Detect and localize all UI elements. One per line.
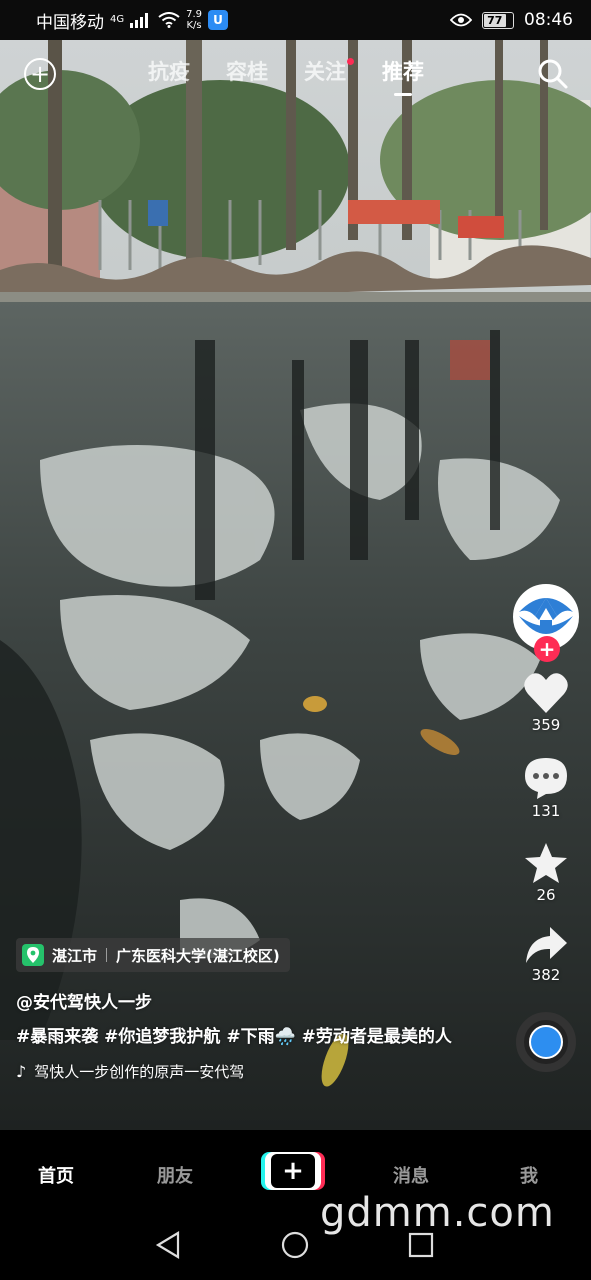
tab-recommended[interactable]: 推荐	[382, 56, 424, 96]
share-arrow-icon	[526, 927, 567, 963]
like-count: 359	[531, 716, 561, 734]
system-nav-icons	[155, 1231, 434, 1259]
recents-icon[interactable]	[408, 1232, 434, 1258]
share-button[interactable]: 382	[524, 926, 568, 984]
tab-label: 抗疫	[148, 60, 190, 84]
wifi-icon	[158, 12, 180, 28]
nav-friends[interactable]: 朋友	[157, 1162, 193, 1188]
location-tag[interactable]: 湛江市 广东医科大学(湛江校区)	[16, 938, 290, 972]
net-speed: 7.9 K/s	[186, 9, 202, 31]
clock: 08:46	[524, 10, 573, 30]
status-bar: 中国移动 4G 7.9 K/s U 77 08:46	[0, 0, 591, 40]
music-title: 驾快人一步创作的原声一安代驾	[34, 1063, 245, 1081]
comment-button[interactable]: 131	[523, 756, 569, 820]
app-notification-icon: U	[208, 10, 229, 30]
nav-me[interactable]: 我	[520, 1162, 538, 1188]
music-disc-cover	[529, 1025, 563, 1059]
eye-icon	[450, 13, 472, 27]
tab-label: 推荐	[382, 60, 424, 84]
nav-messages[interactable]: 消息	[393, 1162, 429, 1188]
location-pin-icon	[22, 944, 44, 966]
location-divider	[106, 948, 108, 962]
location-place: 广东医科大学(湛江校区)	[116, 946, 280, 965]
favorite-button[interactable]: 26	[524, 842, 568, 904]
comment-count: 131	[531, 802, 561, 820]
app-badge-letter: U	[213, 13, 223, 27]
location-city: 湛江市	[52, 946, 98, 965]
feed-tabs: 抗疫 容桂 关注 推荐	[148, 56, 424, 96]
top-nav: + 抗疫 容桂 关注 推荐	[0, 52, 591, 98]
video-info: 湛江市 广东医科大学(湛江校区) @安代驾快人一步 #暴雨来袭 #你追梦我护航 …	[16, 938, 496, 1082]
follow-button[interactable]: +	[534, 636, 560, 662]
create-button[interactable]: +	[265, 1152, 321, 1190]
tab-anti-epidemic[interactable]: 抗疫	[148, 56, 190, 86]
battery-icon: 77	[482, 11, 514, 29]
notification-dot	[347, 58, 354, 65]
home-icon[interactable]	[281, 1231, 309, 1259]
signal-icon	[130, 13, 149, 28]
battery-level: 77	[484, 13, 506, 27]
heart-icon	[524, 673, 568, 713]
tiktok-note-icon: ♪	[16, 1062, 27, 1081]
favorite-count: 26	[536, 886, 556, 904]
add-icon[interactable]: +	[24, 58, 56, 90]
tab-label: 容桂	[226, 60, 268, 84]
music-disc[interactable]	[516, 1012, 576, 1072]
comment-icon	[525, 758, 567, 799]
carrier-label: 中国移动	[36, 12, 104, 33]
nav-home[interactable]: 首页	[38, 1162, 74, 1188]
back-icon[interactable]	[155, 1231, 180, 1259]
tab-ronggui[interactable]: 容桂	[226, 56, 268, 86]
net-speed-unit: K/s	[186, 20, 202, 31]
author-name[interactable]: @安代驾快人一步	[16, 988, 496, 1013]
music-info[interactable]: ♪ 驾快人一步创作的原声一安代驾	[16, 1061, 276, 1082]
video-description: #暴雨来袭 #你追梦我护航 #下雨🌧️ #劳动者是最美的人	[16, 1027, 452, 1047]
like-button[interactable]: 359	[523, 672, 569, 734]
author-avatar[interactable]: +	[513, 584, 579, 662]
system-nav-bar: gdmm.com	[0, 1190, 591, 1280]
action-rail: + 359 131 26 382	[511, 584, 581, 1072]
search-icon[interactable]	[537, 58, 569, 90]
star-icon	[525, 843, 567, 883]
tab-label: 关注	[304, 60, 346, 84]
share-count: 382	[531, 966, 561, 984]
tab-following[interactable]: 关注	[304, 56, 354, 86]
network-type: 4G	[110, 13, 125, 25]
net-speed-value: 7.9	[186, 9, 203, 20]
plus-icon: +	[271, 1154, 315, 1188]
